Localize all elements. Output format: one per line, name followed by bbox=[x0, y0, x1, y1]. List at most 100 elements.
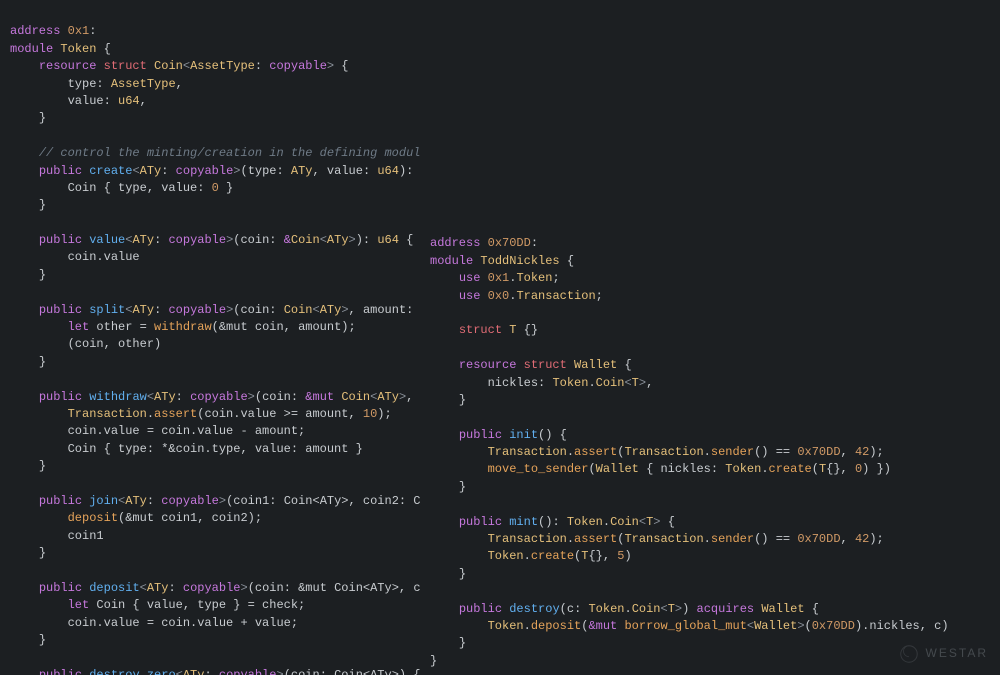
field-name: type bbox=[68, 77, 97, 91]
fn-name: deposit bbox=[89, 581, 139, 595]
module-ref: Transaction bbox=[516, 289, 595, 303]
type-param: ATy bbox=[183, 668, 205, 675]
kw-public: public bbox=[39, 668, 82, 675]
struct-name: Wallet bbox=[574, 358, 617, 372]
type-ref: Transaction bbox=[68, 407, 147, 421]
type-ref: Wallet bbox=[754, 619, 797, 633]
constraint: copyable bbox=[190, 390, 248, 404]
type-param: ATy bbox=[132, 303, 154, 317]
field-name: value bbox=[68, 94, 104, 108]
type-ref: Token bbox=[488, 549, 524, 563]
module-name: ToddNickles bbox=[480, 254, 559, 268]
field-name: nickles bbox=[488, 376, 538, 390]
param: c bbox=[567, 602, 574, 616]
constraint: copyable bbox=[168, 303, 226, 317]
fn-name: create bbox=[89, 164, 132, 178]
kw-use: use bbox=[459, 271, 481, 285]
comment-line: // control the minting/creation in the d… bbox=[39, 146, 420, 160]
fn-name: mint bbox=[509, 515, 538, 529]
addr-literal: 0x1 bbox=[488, 271, 510, 285]
param-type: Coin bbox=[284, 303, 313, 317]
addr-literal: 0x70DD bbox=[488, 236, 531, 250]
type-param: ATy bbox=[125, 494, 147, 508]
param: amount bbox=[363, 303, 406, 317]
constraint: copyable bbox=[219, 668, 277, 675]
return-expr: (coin, other) bbox=[68, 337, 162, 351]
number-literal: 42 bbox=[855, 532, 869, 546]
params: (coin: &mut Coin<ATy>, check: bbox=[248, 581, 420, 595]
amp-mut: &mut bbox=[305, 390, 334, 404]
stmt: coin.value = coin.value - amount; bbox=[68, 424, 306, 438]
fn-name: init bbox=[509, 428, 538, 442]
code-pane-right: address 0x70DD: module ToddNickles { use… bbox=[420, 0, 1000, 675]
fn-name: join bbox=[89, 494, 118, 508]
params: (coin1: Coin<ATy>, coin2: Coin<AT bbox=[226, 494, 420, 508]
type-param: T bbox=[668, 602, 675, 616]
kw-acquires: acquires bbox=[697, 602, 755, 616]
kw-use: use bbox=[459, 289, 481, 303]
type-ref: Transaction bbox=[488, 445, 567, 459]
type-ref: Wallet bbox=[761, 602, 804, 616]
sep: ); bbox=[377, 407, 391, 421]
call: borrow_global_mut bbox=[624, 619, 746, 633]
call-args: (&mut coin, amount); bbox=[212, 320, 356, 334]
return-expr: coin1 bbox=[68, 529, 104, 543]
kw-module: module bbox=[430, 254, 473, 268]
type-ref: Coin bbox=[632, 602, 661, 616]
addr-literal: 0x70DD bbox=[797, 445, 840, 459]
type-ref: Token bbox=[567, 515, 603, 529]
watermark: WESTAR bbox=[898, 643, 988, 665]
fn-name: destroy bbox=[509, 602, 559, 616]
param-type: Coin bbox=[291, 233, 320, 247]
param: coin bbox=[262, 390, 291, 404]
param: coin bbox=[240, 303, 269, 317]
param: type bbox=[248, 164, 277, 178]
field-name: nickles bbox=[660, 462, 710, 476]
type-param: ATy bbox=[377, 390, 399, 404]
kw-public: public bbox=[39, 581, 82, 595]
call: assert bbox=[574, 532, 617, 546]
type-param: ATy bbox=[147, 581, 169, 595]
kw-public: public bbox=[459, 602, 502, 616]
fn-body: Coin { type, value: bbox=[68, 181, 205, 195]
fn-name: destroy_zero bbox=[89, 668, 175, 675]
type-ref: Token bbox=[725, 462, 761, 476]
type-param: ATy bbox=[132, 233, 154, 247]
call: assert bbox=[154, 407, 197, 421]
param-type: Coin bbox=[341, 390, 370, 404]
params: (coin: Coin<ATy>) { bbox=[284, 668, 420, 675]
watermark-text: WESTAR bbox=[926, 645, 988, 662]
kw-struct: struct bbox=[459, 323, 502, 337]
call: sender bbox=[711, 445, 754, 459]
fn-name: split bbox=[89, 303, 125, 317]
param-type: u64 bbox=[377, 164, 399, 178]
kw-resource: resource bbox=[39, 59, 97, 73]
type-ref: Transaction bbox=[624, 532, 703, 546]
stmt: Coin { type: *&coin.type, value: amount … bbox=[68, 442, 363, 456]
type-param: ATy bbox=[154, 390, 176, 404]
variable: other bbox=[96, 320, 132, 334]
kw-public: public bbox=[39, 164, 82, 178]
call: create bbox=[769, 462, 812, 476]
type-param: AssetType bbox=[190, 59, 255, 73]
number-literal: 0 bbox=[212, 181, 219, 195]
fn-name: value bbox=[89, 233, 125, 247]
param: coin bbox=[240, 233, 269, 247]
constraint: copyable bbox=[269, 59, 327, 73]
ret-type: u64 bbox=[377, 233, 399, 247]
kw-resource: resource bbox=[459, 358, 517, 372]
kw-public: public bbox=[39, 390, 82, 404]
type-ref: Token bbox=[588, 602, 624, 616]
addr-literal: 0x0 bbox=[488, 289, 510, 303]
type-param: T bbox=[632, 376, 639, 390]
constraint: copyable bbox=[183, 581, 241, 595]
number-literal: 42 bbox=[855, 445, 869, 459]
struct-name: Coin bbox=[154, 59, 183, 73]
call: sender bbox=[711, 532, 754, 546]
amp-mut: &mut bbox=[588, 619, 617, 633]
call-args: (coin.value >= amount, bbox=[197, 407, 355, 421]
kw-address: address bbox=[10, 24, 60, 38]
kw-let: let bbox=[68, 320, 90, 334]
type-ref: Token bbox=[552, 376, 588, 390]
call: deposit bbox=[531, 619, 581, 633]
